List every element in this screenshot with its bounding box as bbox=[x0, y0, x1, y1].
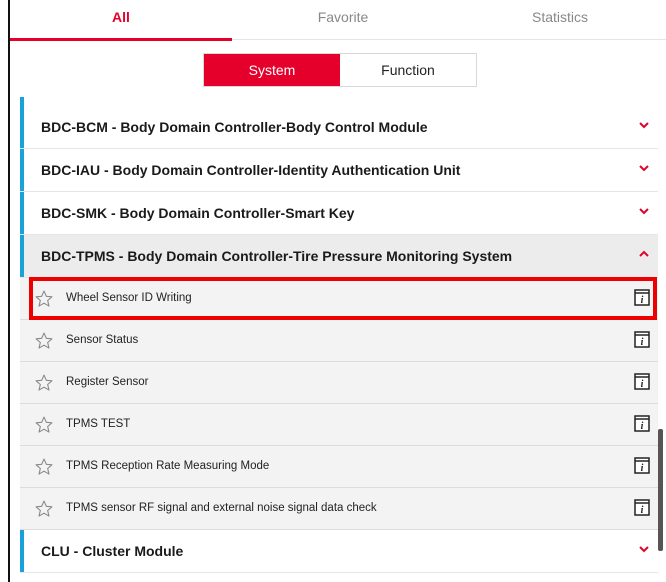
star-outline-icon[interactable] bbox=[34, 289, 54, 309]
group-title: BDC-SMK - Body Domain Controller-Smart K… bbox=[41, 205, 355, 221]
star-outline-icon[interactable] bbox=[34, 373, 54, 393]
function-item-wheel-sensor-id-writing[interactable]: Wheel Sensor ID Writing i bbox=[20, 278, 658, 320]
system-function-toggle: System Function bbox=[203, 53, 477, 87]
chevron-down-icon[interactable] bbox=[638, 543, 650, 555]
tab-favorite[interactable]: Favorite bbox=[232, 9, 454, 25]
function-item-tpms-rf-noise-check[interactable]: TPMS sensor RF signal and external noise… bbox=[20, 488, 658, 530]
star-outline-icon[interactable] bbox=[34, 415, 54, 435]
star-outline-icon[interactable] bbox=[34, 457, 54, 477]
group-accent-bar bbox=[20, 149, 24, 191]
function-item-tpms-reception-rate[interactable]: TPMS Reception Rate Measuring Mode i bbox=[20, 446, 658, 488]
function-item-sensor-status[interactable]: Sensor Status i bbox=[20, 320, 658, 362]
group-accent-bar bbox=[20, 530, 24, 572]
svg-text:i: i bbox=[641, 463, 644, 474]
group-accent-bar bbox=[20, 235, 24, 277]
function-item-label: TPMS sensor RF signal and external noise… bbox=[66, 502, 377, 514]
info-book-icon[interactable]: i bbox=[634, 373, 650, 390]
svg-text:i: i bbox=[641, 337, 644, 348]
svg-text:i: i bbox=[641, 421, 644, 432]
function-item-tpms-test[interactable]: TPMS TEST i bbox=[20, 404, 658, 446]
tab-statistics[interactable]: Statistics bbox=[454, 9, 666, 25]
function-item-label: Sensor Status bbox=[66, 334, 139, 346]
chevron-down-icon[interactable] bbox=[638, 162, 650, 174]
svg-text:i: i bbox=[641, 379, 644, 390]
system-list: BDC-BCM - Body Domain Controller-Body Co… bbox=[20, 106, 658, 573]
group-title: BDC-BCM - Body Domain Controller-Body Co… bbox=[41, 119, 428, 135]
active-tab-indicator bbox=[10, 38, 232, 41]
function-item-label: TPMS TEST bbox=[66, 418, 131, 430]
function-item-label: Register Sensor bbox=[66, 376, 149, 388]
app-frame: All Favorite Statistics System Function … bbox=[8, 0, 666, 582]
info-book-icon[interactable]: i bbox=[634, 499, 650, 516]
info-book-icon[interactable]: i bbox=[634, 415, 650, 432]
star-outline-icon[interactable] bbox=[34, 331, 54, 351]
function-item-register-sensor[interactable]: Register Sensor i bbox=[20, 362, 658, 404]
group-accent-bar bbox=[20, 106, 24, 148]
svg-text:i: i bbox=[641, 505, 644, 516]
svg-text:i: i bbox=[641, 295, 644, 306]
chevron-down-icon[interactable] bbox=[638, 119, 650, 131]
group-row-bdc-tpms[interactable]: BDC-TPMS - Body Domain Controller-Tire P… bbox=[20, 235, 658, 278]
group-accent-bar bbox=[20, 192, 24, 234]
star-outline-icon[interactable] bbox=[34, 499, 54, 519]
tab-all[interactable]: All bbox=[10, 9, 232, 25]
function-item-label: TPMS Reception Rate Measuring Mode bbox=[66, 460, 270, 472]
chevron-up-icon[interactable] bbox=[638, 248, 650, 260]
info-book-icon[interactable]: i bbox=[634, 457, 650, 474]
group-row-bdc-bcm[interactable]: BDC-BCM - Body Domain Controller-Body Co… bbox=[20, 106, 658, 149]
function-segment-button[interactable]: Function bbox=[340, 54, 476, 86]
function-item-label: Wheel Sensor ID Writing bbox=[66, 292, 192, 304]
info-book-icon[interactable]: i bbox=[634, 331, 650, 348]
group-row-bdc-smk[interactable]: BDC-SMK - Body Domain Controller-Smart K… bbox=[20, 192, 658, 235]
chevron-down-icon[interactable] bbox=[638, 205, 650, 217]
group-title: BDC-IAU - Body Domain Controller-Identit… bbox=[41, 162, 461, 178]
group-title: BDC-TPMS - Body Domain Controller-Tire P… bbox=[41, 248, 513, 264]
group-row-bdc-iau[interactable]: BDC-IAU - Body Domain Controller-Identit… bbox=[20, 149, 658, 192]
vertical-scrollbar[interactable] bbox=[658, 429, 663, 551]
system-segment-button[interactable]: System bbox=[204, 54, 340, 86]
group-row-clu[interactable]: CLU - Cluster Module bbox=[20, 530, 658, 573]
info-book-icon[interactable]: i bbox=[634, 289, 650, 306]
top-tab-bar: All Favorite Statistics bbox=[10, 0, 666, 41]
group-title: CLU - Cluster Module bbox=[41, 543, 184, 559]
